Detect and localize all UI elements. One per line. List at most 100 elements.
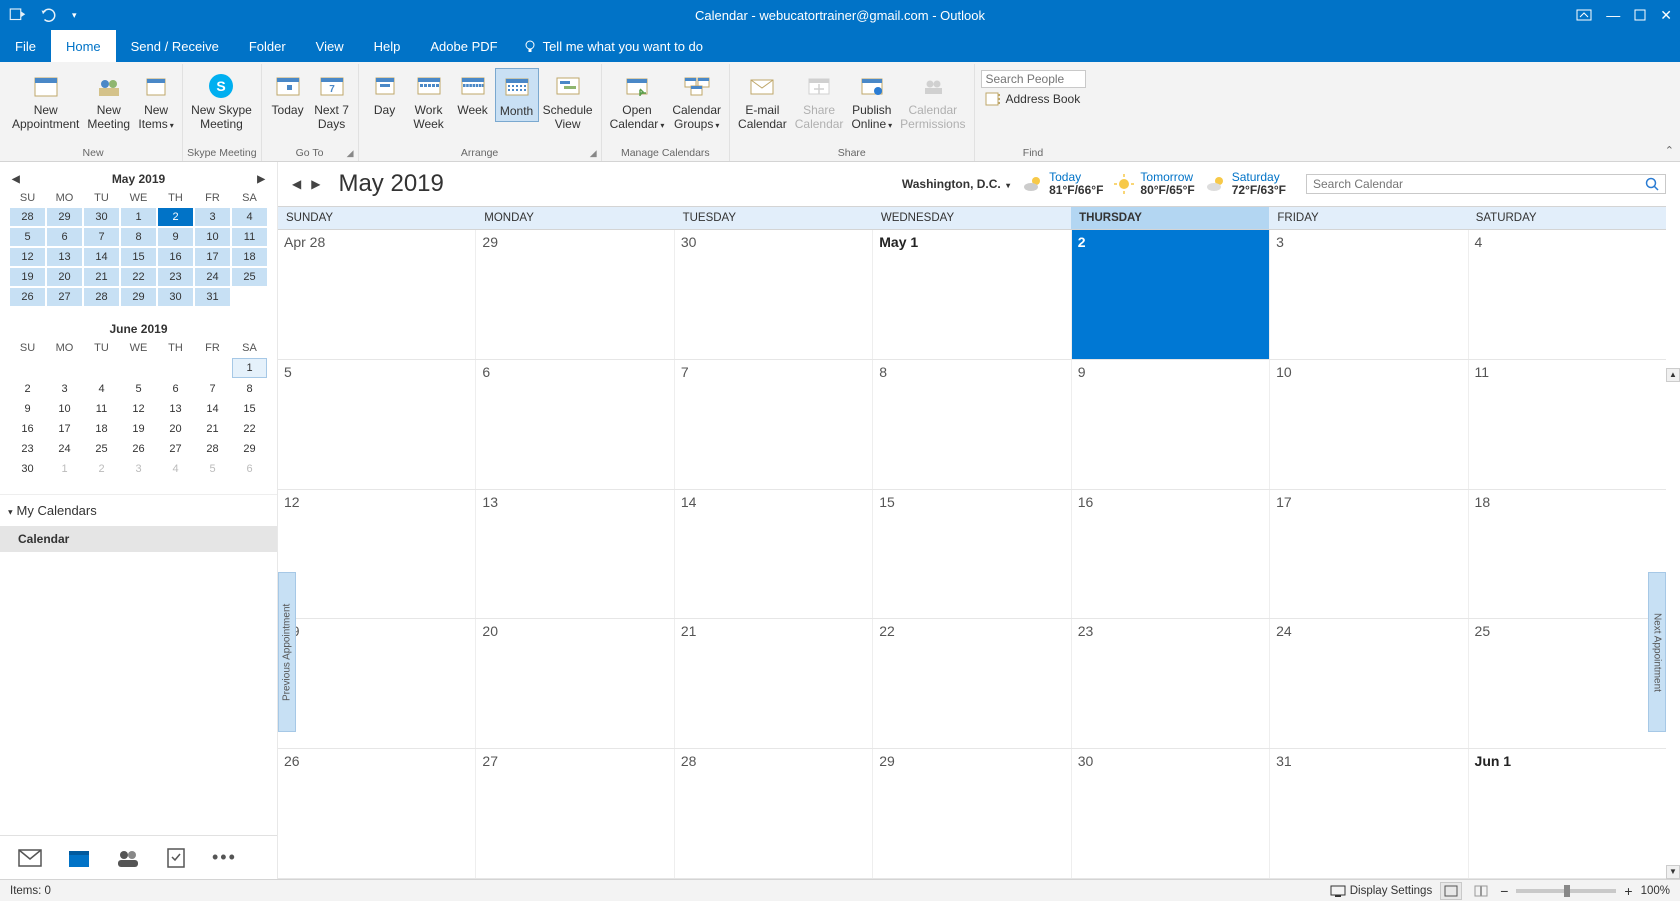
- forecast-day[interactable]: Tomorrow80°F/65°F: [1113, 171, 1194, 197]
- goto-dialog-launcher-icon[interactable]: ◢: [347, 148, 354, 159]
- mini-day[interactable]: 28: [195, 440, 230, 458]
- calendar-day-cell[interactable]: Jun 1: [1469, 749, 1666, 878]
- address-book-button[interactable]: Address Book: [981, 90, 1086, 108]
- calendar-day-cell[interactable]: May 1: [873, 230, 1071, 359]
- new-appointment-button[interactable]: New Appointment: [8, 68, 83, 134]
- calendar-day-cell[interactable]: 17: [1270, 490, 1468, 619]
- calendar-day-cell[interactable]: 30: [1072, 749, 1270, 878]
- mini-day[interactable]: 16: [158, 248, 193, 266]
- mini-day[interactable]: 5: [195, 460, 230, 478]
- calendar-day-cell[interactable]: 20: [476, 619, 674, 748]
- email-calendar-button[interactable]: E-mail Calendar: [734, 68, 791, 134]
- mini-day[interactable]: 23: [10, 440, 45, 458]
- mini-day[interactable]: 27: [158, 440, 193, 458]
- mini-day[interactable]: 14: [84, 248, 119, 266]
- mini-day[interactable]: 6: [158, 380, 193, 398]
- mini-day[interactable]: 21: [84, 268, 119, 286]
- mini-day[interactable]: 3: [47, 380, 82, 398]
- calendar-groups-button[interactable]: Calendar Groups▾: [668, 68, 725, 134]
- mini-day[interactable]: 7: [195, 380, 230, 398]
- forecast-day[interactable]: Saturday72°F/63°F: [1205, 171, 1286, 197]
- mini-day[interactable]: 30: [10, 460, 45, 478]
- close-icon[interactable]: ✕: [1660, 7, 1672, 24]
- zoom-slider[interactable]: [1516, 889, 1616, 893]
- next-appointment-tab[interactable]: Next Appointment: [1648, 572, 1666, 732]
- scroll-down-icon[interactable]: ▼: [1666, 865, 1680, 879]
- zoom-in-button[interactable]: +: [1624, 883, 1632, 899]
- scroll-up-icon[interactable]: ▲: [1666, 368, 1680, 382]
- mini-day[interactable]: [10, 358, 45, 378]
- collapse-ribbon-icon[interactable]: ⌃: [1665, 144, 1674, 157]
- mini-day[interactable]: 6: [47, 228, 82, 246]
- mini-day[interactable]: 17: [195, 248, 230, 266]
- mini-day[interactable]: 15: [232, 400, 267, 418]
- next-month-icon[interactable]: ▶: [311, 177, 320, 191]
- search-icon[interactable]: [1645, 177, 1659, 191]
- calendar-day-cell[interactable]: 12: [278, 490, 476, 619]
- calendar-day-cell[interactable]: 4: [1469, 230, 1666, 359]
- calendar-day-cell[interactable]: 30: [675, 230, 873, 359]
- weather-location[interactable]: Washington, D.C. ▾: [902, 177, 1010, 191]
- reading-view-button[interactable]: [1470, 882, 1492, 900]
- mini-day[interactable]: 26: [10, 288, 45, 306]
- menu-tab-help[interactable]: Help: [359, 30, 416, 62]
- calendar-day-cell[interactable]: 23: [1072, 619, 1270, 748]
- mini-day[interactable]: 25: [84, 440, 119, 458]
- menu-tab-home[interactable]: Home: [51, 30, 116, 62]
- prev-month-icon[interactable]: ◀: [292, 177, 301, 191]
- day-view-button[interactable]: Day: [363, 68, 407, 120]
- calendar-day-cell[interactable]: 8: [873, 360, 1071, 489]
- tasks-nav-icon[interactable]: [166, 847, 186, 869]
- schedule-view-button[interactable]: Schedule View: [539, 68, 597, 134]
- my-calendars-header[interactable]: My Calendars: [0, 494, 277, 526]
- calendar-list-item[interactable]: Calendar: [0, 526, 277, 552]
- calendar-day-cell[interactable]: 10: [1270, 360, 1468, 489]
- calendar-day-cell[interactable]: 31: [1270, 749, 1468, 878]
- mini-day[interactable]: 11: [84, 400, 119, 418]
- mini-day[interactable]: 5: [121, 380, 156, 398]
- calendar-nav-icon[interactable]: [68, 848, 90, 868]
- mini-day[interactable]: 24: [47, 440, 82, 458]
- calendar-day-cell[interactable]: 24: [1270, 619, 1468, 748]
- calendar-day-cell[interactable]: 3: [1270, 230, 1468, 359]
- people-nav-icon[interactable]: [116, 848, 140, 868]
- mini-day[interactable]: 9: [158, 228, 193, 246]
- calendar-day-cell[interactable]: 26: [278, 749, 476, 878]
- mini-day[interactable]: 1: [47, 460, 82, 478]
- mini-day[interactable]: 29: [121, 288, 156, 306]
- zoom-level[interactable]: 100%: [1641, 885, 1670, 897]
- mini-day[interactable]: 25: [232, 268, 267, 286]
- mini-prev-month-icon[interactable]: ◀: [12, 174, 20, 185]
- calendar-day-cell[interactable]: 7: [675, 360, 873, 489]
- mini-day[interactable]: 4: [158, 460, 193, 478]
- normal-view-button[interactable]: [1440, 882, 1462, 900]
- menu-tab-file[interactable]: File: [0, 30, 51, 62]
- calendar-day-cell[interactable]: 9: [1072, 360, 1270, 489]
- calendar-day-cell[interactable]: 6: [476, 360, 674, 489]
- mini-day[interactable]: 3: [195, 208, 230, 226]
- mini-day[interactable]: 22: [121, 268, 156, 286]
- mini-day[interactable]: 20: [47, 268, 82, 286]
- mini-day[interactable]: 19: [121, 420, 156, 438]
- mini-day[interactable]: 3: [121, 460, 156, 478]
- mini-day[interactable]: 24: [195, 268, 230, 286]
- week-view-button[interactable]: Week: [451, 68, 495, 120]
- search-calendar-input[interactable]: [1313, 177, 1645, 191]
- mini-day[interactable]: 23: [158, 268, 193, 286]
- mini-day[interactable]: 9: [10, 400, 45, 418]
- ribbon-display-options-icon[interactable]: [1576, 9, 1592, 21]
- mini-day[interactable]: 13: [47, 248, 82, 266]
- previous-appointment-tab[interactable]: Previous Appointment: [278, 572, 296, 732]
- mini-day[interactable]: 11: [232, 228, 267, 246]
- calendar-day-cell[interactable]: Apr 28: [278, 230, 476, 359]
- calendar-day-cell[interactable]: 27: [476, 749, 674, 878]
- menu-tab-folder[interactable]: Folder: [234, 30, 301, 62]
- mini-day[interactable]: 27: [47, 288, 82, 306]
- calendar-day-cell[interactable]: 16: [1072, 490, 1270, 619]
- mini-day[interactable]: 28: [84, 288, 119, 306]
- mail-nav-icon[interactable]: [18, 849, 42, 867]
- mini-day[interactable]: 4: [84, 380, 119, 398]
- mini-day[interactable]: 21: [195, 420, 230, 438]
- calendar-day-cell[interactable]: 28: [675, 749, 873, 878]
- mini-day[interactable]: 8: [121, 228, 156, 246]
